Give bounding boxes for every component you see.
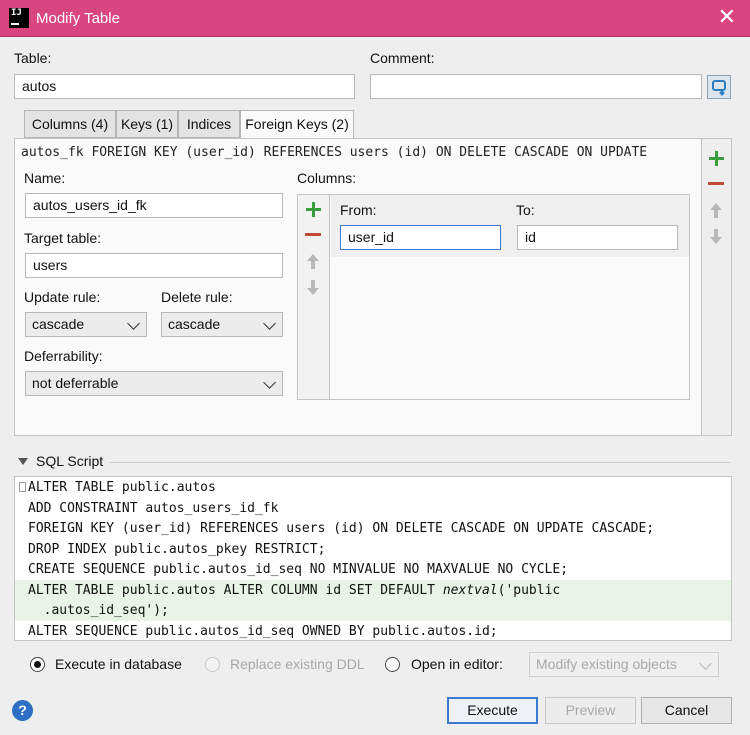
fold-marker-icon bbox=[19, 482, 26, 492]
delete-rule-value: cascade bbox=[168, 316, 221, 332]
to-column-input[interactable]: id bbox=[517, 225, 678, 250]
editor-mode-value: Modify existing objects bbox=[536, 656, 677, 672]
tab-foreign-keys[interactable]: Foreign Keys (2) bbox=[240, 110, 354, 139]
sql-script-editor[interactable]: ALTER TABLE public.autos ADD CONSTRAINT … bbox=[14, 476, 732, 641]
target-table-label: Target table: bbox=[24, 230, 102, 246]
comment-label: Comment: bbox=[370, 50, 435, 66]
replace-ddl-label: Replace existing DDL bbox=[230, 656, 365, 672]
table-name-input[interactable]: autos bbox=[14, 74, 355, 99]
dialog-body: Table: autos Comment: Columns (4) Keys (… bbox=[0, 37, 750, 735]
deferrability-label: Deferrability: bbox=[24, 348, 103, 364]
remove-column-icon[interactable] bbox=[305, 233, 321, 236]
move-column-up-icon[interactable] bbox=[306, 254, 320, 270]
edit-comment-button[interactable] bbox=[707, 75, 731, 99]
preview-button[interactable]: Preview bbox=[545, 697, 636, 724]
add-column-icon[interactable] bbox=[305, 201, 321, 217]
sql-line-4: DROP INDEX public.autos_pkey RESTRICT; bbox=[28, 541, 326, 557]
from-label: From: bbox=[340, 202, 377, 218]
move-column-down-icon[interactable] bbox=[306, 280, 320, 296]
replace-ddl-radio[interactable] bbox=[205, 657, 220, 672]
sql-line-8: ALTER SEQUENCE public.autos_id_seq OWNED… bbox=[28, 623, 498, 639]
speech-bubble-icon bbox=[712, 80, 726, 91]
sql-line-5: CREATE SEQUENCE public.autos_id_seq NO M… bbox=[28, 562, 569, 577]
chevron-down-icon bbox=[263, 317, 276, 330]
cancel-button[interactable]: Cancel bbox=[641, 697, 732, 724]
open-in-editor-radio[interactable] bbox=[385, 657, 400, 672]
help-icon[interactable]: ? bbox=[12, 700, 33, 721]
sql-line-1-text: ALTER TABLE public.autos bbox=[28, 480, 216, 495]
column-mapping-row: From: user_id To: id bbox=[331, 195, 689, 257]
divider bbox=[110, 462, 730, 463]
sql-line-6: ALTER TABLE public.autos ALTER COLUMN id… bbox=[15, 579, 731, 601]
deferrability-value: not deferrable bbox=[32, 375, 119, 391]
delete-rule-select[interactable]: cascade bbox=[161, 312, 283, 337]
execute-in-db-label: Execute in database bbox=[55, 656, 182, 672]
move-down-icon[interactable] bbox=[709, 229, 723, 245]
columns-label: Columns: bbox=[297, 170, 357, 186]
open-in-editor-label: Open in editor: bbox=[411, 656, 503, 672]
tab-keys[interactable]: Keys (1) bbox=[116, 110, 178, 138]
fk-name-label: Name: bbox=[24, 170, 66, 186]
window-title: Modify Table bbox=[36, 10, 120, 27]
foreign-key-definition[interactable]: autos_fk FOREIGN KEY (user_id) REFERENCE… bbox=[21, 145, 701, 160]
sql-line-1: ALTER TABLE public.autos bbox=[15, 477, 731, 498]
chevron-down-icon bbox=[127, 317, 140, 330]
tab-indices[interactable]: Indices bbox=[178, 110, 240, 138]
foreign-key-toolbar bbox=[702, 138, 732, 436]
columns-mapping-table: From: user_id To: id bbox=[297, 194, 690, 400]
columns-toolbar bbox=[298, 195, 330, 399]
execute-button[interactable]: Execute bbox=[447, 697, 538, 724]
update-rule-label: Update rule: bbox=[24, 289, 101, 305]
app-logo-text: IJ bbox=[11, 8, 22, 18]
sql-script-title: SQL Script bbox=[36, 453, 104, 469]
editor-mode-select[interactable]: Modify existing objects bbox=[529, 652, 719, 677]
comment-input[interactable] bbox=[370, 74, 702, 99]
chevron-down-icon bbox=[699, 657, 712, 670]
sql-line-6-args: ('public bbox=[497, 582, 561, 598]
to-label: To: bbox=[516, 202, 535, 218]
fk-name-input[interactable]: autos_users_id_fk bbox=[25, 193, 283, 218]
close-icon[interactable]: ✕ bbox=[718, 5, 736, 29]
remove-foreign-key-icon[interactable] bbox=[708, 182, 724, 185]
update-rule-select[interactable]: cascade bbox=[25, 312, 147, 337]
sql-line-3: FOREIGN KEY (user_id) REFERENCES users (… bbox=[28, 521, 655, 536]
sql-line-2: ADD CONSTRAINT autos_users_id_fk bbox=[28, 500, 279, 516]
tab-columns[interactable]: Columns (4) bbox=[24, 110, 116, 138]
collapse-triangle-icon bbox=[18, 458, 28, 465]
intellij-logo-icon: IJ bbox=[9, 8, 29, 28]
target-table-input[interactable]: users bbox=[25, 253, 283, 278]
sql-line-6-text: ALTER TABLE public.autos ALTER COLUMN id… bbox=[28, 582, 443, 598]
execute-in-db-radio[interactable] bbox=[30, 657, 45, 672]
from-column-input[interactable]: user_id bbox=[340, 225, 501, 250]
add-foreign-key-icon[interactable] bbox=[708, 150, 724, 166]
sql-function-nextval: nextval bbox=[442, 582, 498, 598]
move-up-icon[interactable] bbox=[709, 203, 723, 219]
update-rule-value: cascade bbox=[32, 316, 85, 332]
delete-rule-label: Delete rule: bbox=[161, 289, 233, 305]
title-bar: IJ Modify Table ✕ bbox=[0, 0, 750, 37]
sql-line-7: .autos_id_seq'); bbox=[15, 600, 731, 621]
deferrability-select[interactable]: not deferrable bbox=[25, 371, 283, 396]
chevron-down-icon bbox=[263, 376, 276, 389]
sql-script-header[interactable]: SQL Script bbox=[18, 453, 103, 469]
table-label: Table: bbox=[14, 50, 52, 66]
